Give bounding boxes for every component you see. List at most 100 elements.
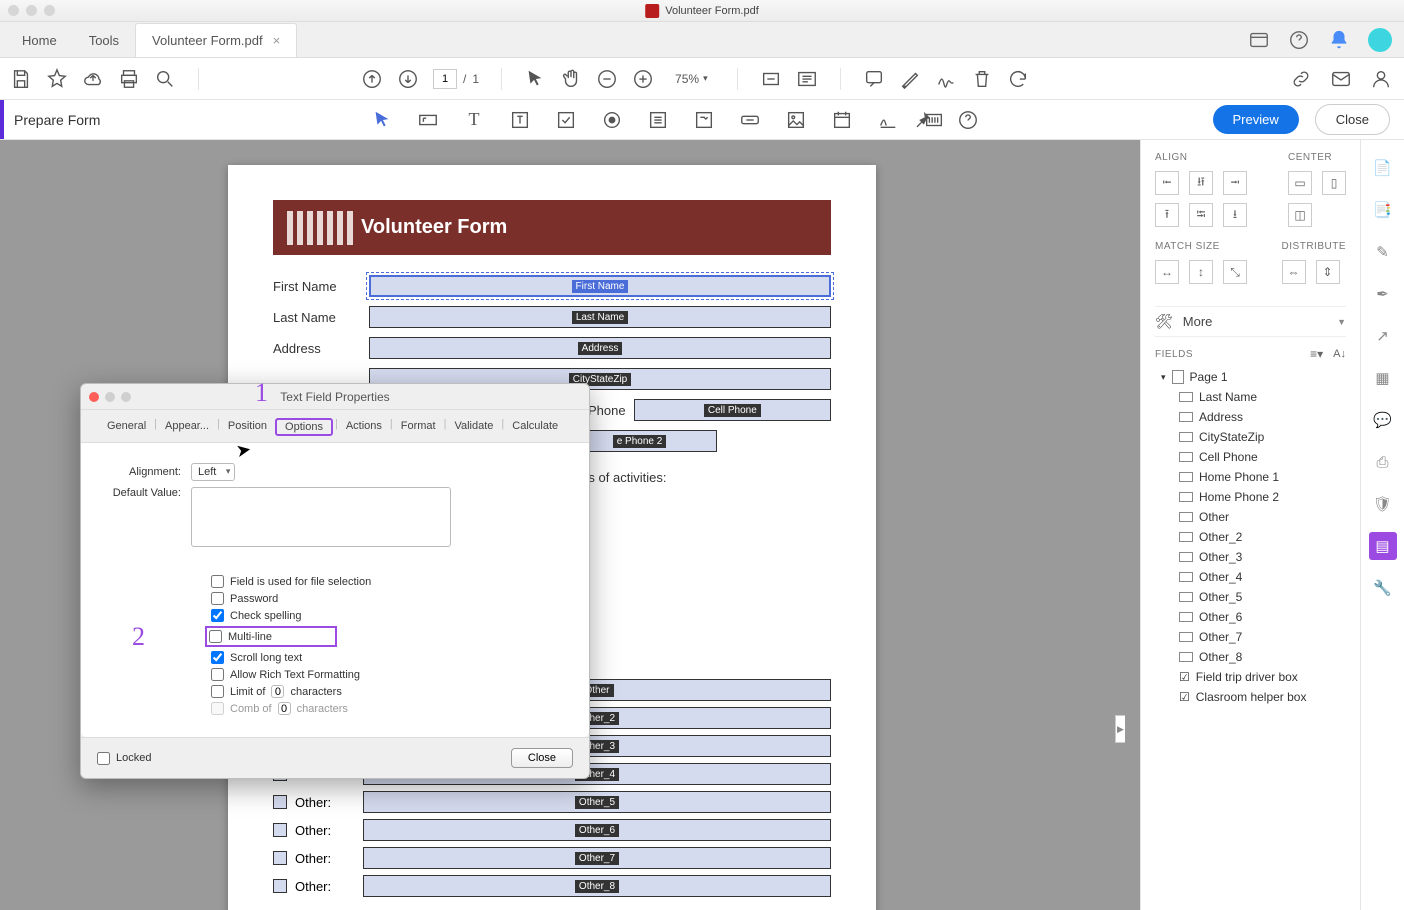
user-icon[interactable] [1370,68,1392,90]
field-other-8[interactable]: Other_8 [363,875,831,897]
fields-order-icon[interactable]: A↓ [1333,348,1346,360]
center-both-icon[interactable]: ◫ [1288,203,1312,227]
check-file-selection[interactable] [211,575,224,588]
rail-protect-icon[interactable]: 🛡 [1369,490,1397,518]
fit-width-icon[interactable] [760,68,782,90]
pf-signature-icon[interactable] [876,108,900,132]
match-w-icon[interactable]: ↔ [1155,260,1179,284]
pf-list-icon[interactable] [646,108,670,132]
rail-export-icon[interactable]: ↗ [1369,322,1397,350]
fields-page-1[interactable]: ▾ Page 1 [1155,367,1346,387]
rail-comment-icon[interactable]: 💬 [1369,406,1397,434]
bell-icon[interactable] [1328,29,1350,51]
window-close-dot[interactable] [8,5,19,16]
align-middle-icon[interactable]: ⭾ [1189,203,1213,227]
checkbox-other-5[interactable] [273,795,287,809]
sign-icon[interactable] [935,68,957,90]
window-max-dot[interactable] [44,5,55,16]
panel-collapse-handle[interactable]: ▶ [1115,715,1125,743]
preview-button[interactable]: Preview [1213,105,1299,134]
field-item-field-trip-driver-box[interactable]: ☑Field trip driver box [1155,667,1346,687]
check-limit-of[interactable] [211,685,224,698]
field-other-7[interactable]: Other_7 [363,847,831,869]
pf-text-tool-icon[interactable] [508,108,532,132]
dialog-close-dot[interactable] [89,392,99,402]
field-item-address[interactable]: Address [1155,407,1346,427]
comment-icon[interactable] [863,68,885,90]
field-item-cell-phone[interactable]: Cell Phone [1155,447,1346,467]
field-item-other[interactable]: Other [1155,507,1346,527]
rail-prepare-form-icon[interactable]: ▤ [1369,532,1397,560]
dialog-tab-options[interactable]: Options [275,418,333,436]
pf-select-icon[interactable] [370,108,394,132]
checkbox-other-7[interactable] [273,851,287,865]
dialog-close-button[interactable]: Close [511,748,573,768]
field-cell-phone[interactable]: Cell Phone [634,399,831,421]
select-icon[interactable] [524,68,546,90]
check-spelling[interactable] [211,609,224,622]
alignment-select[interactable]: Left [191,463,235,481]
dialog-tab-calculate[interactable]: Calculate [506,418,564,436]
link-icon[interactable] [1290,68,1312,90]
zoom-in-icon[interactable] [632,68,654,90]
cloud-icon[interactable] [82,68,104,90]
checkbox-other-8[interactable] [273,879,287,893]
more-button[interactable]: 🛠 More ▼ [1155,306,1346,337]
field-item-other_2[interactable]: Other_2 [1155,527,1346,547]
check-password[interactable] [211,592,224,605]
page-input[interactable] [433,69,457,89]
page-up-icon[interactable] [361,68,383,90]
print-icon[interactable] [118,68,140,90]
field-address[interactable]: Address [369,337,831,359]
dist-h-icon[interactable]: ⇔ [1282,260,1306,284]
help-icon[interactable] [1288,29,1310,51]
zoom-select[interactable]: 75% ▾ [668,69,715,89]
rail-combine-icon[interactable]: 📑 [1369,196,1397,224]
check-scroll-long-text[interactable] [211,651,224,664]
dialog-tab-validate[interactable]: Validate [448,418,499,436]
align-top-icon[interactable]: ⭱ [1155,203,1179,227]
tab-tools[interactable]: Tools [73,24,135,57]
center-v-icon[interactable]: ▯ [1322,171,1346,195]
align-bottom-icon[interactable]: ⭳ [1223,203,1247,227]
search-icon[interactable] [154,68,176,90]
view-icon[interactable] [1248,29,1270,51]
default-value-textarea[interactable] [191,487,451,547]
field-item-last-name[interactable]: Last Name [1155,387,1346,407]
align-center-h-icon[interactable]: ⭿ [1189,171,1213,195]
hand-icon[interactable] [560,68,582,90]
tab-document[interactable]: Volunteer Form.pdf × [135,23,297,57]
rail-more-icon[interactable]: 🔧 [1369,574,1397,602]
check-locked[interactable] [97,752,110,765]
dialog-tab-appear[interactable]: Appear... [159,418,215,436]
checkbox-other-6[interactable] [273,823,287,837]
rotate-icon[interactable] [1007,68,1029,90]
fields-sort-icon[interactable]: ≡▾ [1310,347,1323,361]
field-item-other_5[interactable]: Other_5 [1155,587,1346,607]
zoom-out-icon[interactable] [596,68,618,90]
match-both-icon[interactable]: ⤡ [1223,260,1247,284]
dialog-tab-actions[interactable]: Actions [340,418,388,436]
field-item-other_4[interactable]: Other_4 [1155,567,1346,587]
pf-dropdown-icon[interactable] [692,108,716,132]
dialog-tab-general[interactable]: General [101,418,152,436]
dist-v-icon[interactable]: ⇕ [1316,260,1340,284]
page-down-icon[interactable] [397,68,419,90]
highlight-icon[interactable] [899,68,921,90]
tab-close-icon[interactable]: × [273,33,281,48]
rail-scan-icon[interactable]: ⎙ [1369,448,1397,476]
dialog-min-dot[interactable] [105,392,115,402]
check-rich-text[interactable] [211,668,224,681]
dialog-tab-position[interactable]: Position [222,418,273,436]
field-first-name[interactable]: First Name [369,275,831,297]
window-min-dot[interactable] [26,5,37,16]
match-h-icon[interactable]: ↕ [1189,260,1213,284]
rail-organize-icon[interactable]: ▦ [1369,364,1397,392]
align-left-icon[interactable]: ⭰ [1155,171,1179,195]
field-item-citystatezip[interactable]: CityStateZip [1155,427,1346,447]
field-item-home-phone-2[interactable]: Home Phone 2 [1155,487,1346,507]
field-last-name[interactable]: Last Name [369,306,831,328]
field-other-5[interactable]: Other_5 [363,791,831,813]
tab-home[interactable]: Home [6,24,73,57]
limit-input[interactable] [271,685,284,698]
